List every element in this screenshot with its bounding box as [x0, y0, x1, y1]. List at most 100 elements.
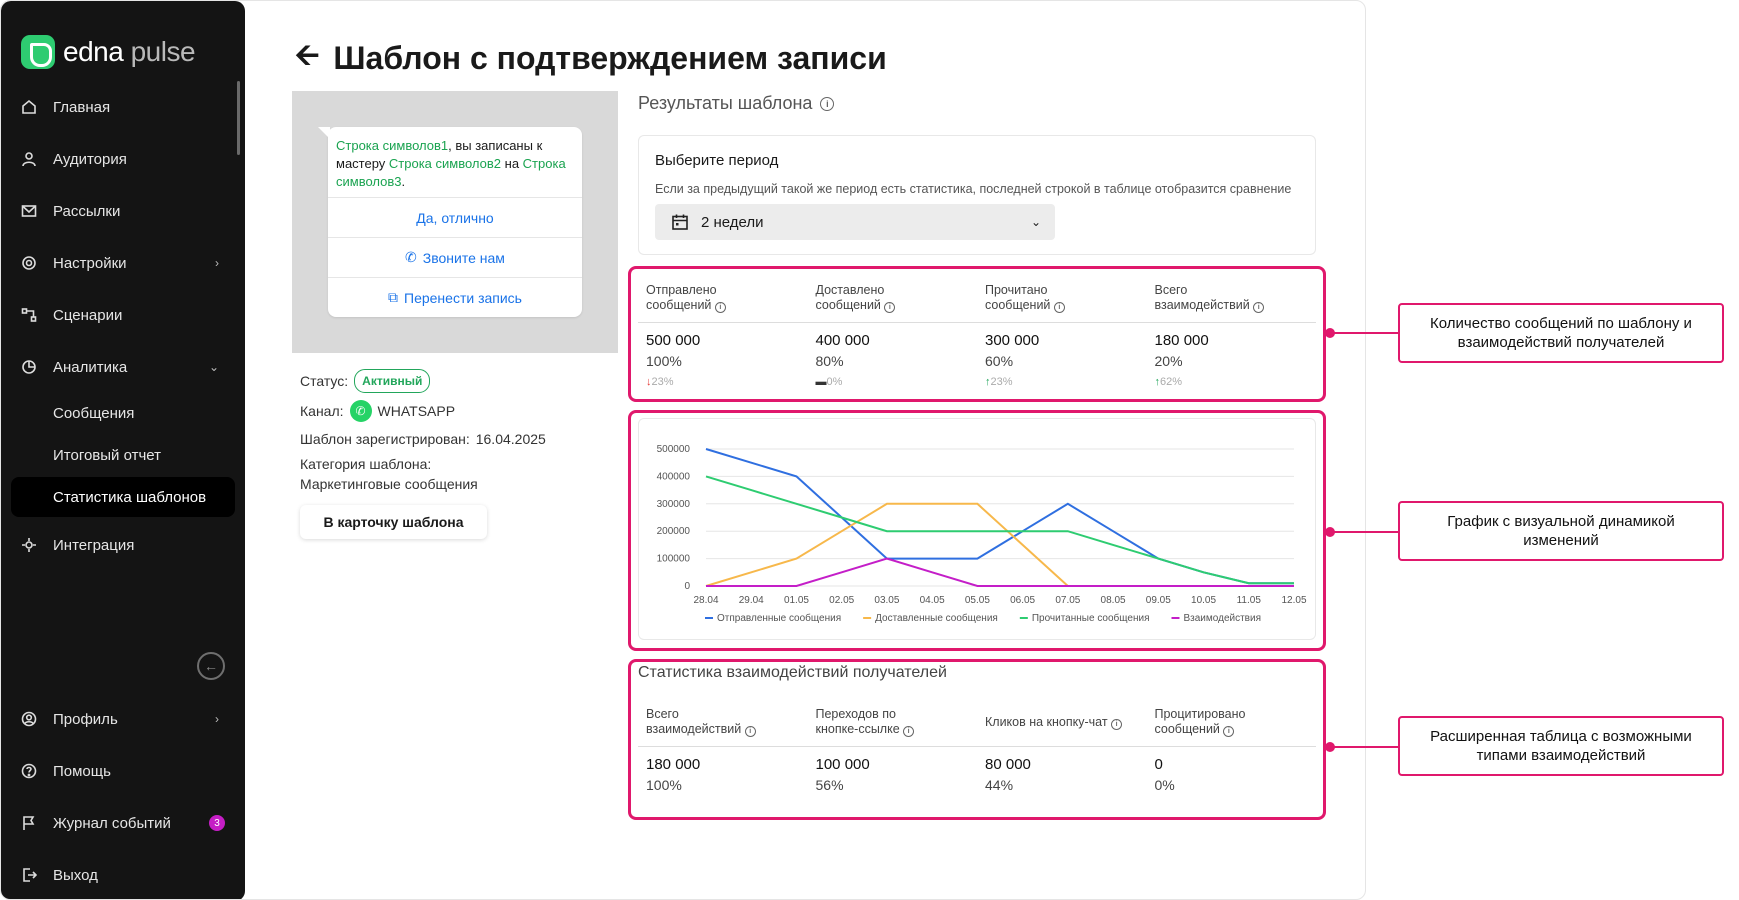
sidebar-item-label: Главная [53, 98, 111, 116]
sidebar-item-label: Интеграция [53, 536, 135, 554]
phone-icon: ✆ [405, 249, 417, 265]
registered-value: 16.04.2025 [475, 431, 546, 447]
external-link-icon: ⧉ [388, 289, 399, 305]
sidebar-item-label: Итоговый отчет [53, 446, 162, 464]
sidebar-item-logout[interactable]: Выход [11, 855, 235, 895]
quick-reply-button[interactable]: Да, отлично [328, 197, 582, 237]
highlight-interactions [628, 659, 1326, 820]
template-card-button[interactable]: В карточку шаблона [300, 505, 487, 539]
sidebar-item-label: Аналитика [53, 358, 128, 376]
callout-connector [1330, 746, 1398, 748]
highlight-metrics [628, 266, 1326, 402]
main-content: 🡨 Шаблон с подтверждением записи Строка … [245, 1, 1365, 899]
chevron-right-icon: › [215, 712, 219, 726]
callout-metrics: Количество сообщений по шаблону и взаимо… [1398, 303, 1724, 363]
text-part: на [501, 156, 523, 171]
sidebar-item-audience[interactable]: Аудитория [11, 139, 235, 179]
category-label: Категория шаблона: [300, 456, 432, 472]
sidebar-item-label: Журнал событий [53, 814, 171, 832]
sidebar-item-label: Профиль [53, 710, 118, 728]
notification-badge: 3 [209, 815, 225, 831]
page-title: 🡨 Шаблон с подтверждением записи [295, 33, 887, 84]
integration-icon [22, 538, 36, 552]
chevron-down-icon: ⌄ [1030, 215, 1041, 229]
callout-interactions: Расширенная таблица с возможными типами … [1398, 716, 1724, 776]
collapse-sidebar-button[interactable]: ← [197, 652, 225, 680]
callout-dot [1325, 527, 1335, 537]
category-value: Маркетинговые сообщения [300, 476, 478, 492]
status-badge: Активный [354, 369, 431, 393]
analytics-icon [22, 360, 36, 374]
callout-dot [1325, 328, 1335, 338]
link-button[interactable]: ⧉ Перенести запись [328, 277, 582, 317]
settings-icon [22, 256, 36, 270]
sidebar-item-label: Статистика шаблонов [53, 488, 207, 506]
mail-icon [21, 205, 37, 217]
variable-1: Строка символов1 [336, 138, 449, 153]
variable-2: Строка символов2 [388, 156, 502, 171]
sidebar-item-label: Рассылки [53, 202, 121, 220]
template-preview: Строка символов1, вы записаны к мастеру … [292, 91, 618, 353]
audience-icon [22, 152, 36, 167]
profile-icon [21, 711, 37, 727]
period-card: Выберите период Если за предыдущий такой… [638, 135, 1316, 255]
callout-connector [1330, 531, 1398, 533]
bubble-tail [318, 127, 330, 139]
sidebar-item-label: Выход [53, 866, 98, 884]
scenario-icon [21, 308, 37, 322]
logo-product: pulse [130, 36, 196, 67]
app-window: edna pulse Главная Аудитория Рассылки На… [0, 0, 1366, 900]
period-hint: Если за предыдущий такой же период есть … [655, 182, 1292, 196]
results-title-text: Результаты шаблона [638, 93, 813, 113]
button-label: Перенести запись [404, 289, 522, 306]
sidebar-item-profile[interactable]: Профиль › [11, 699, 235, 739]
callout-dot [1325, 742, 1335, 752]
whatsapp-icon: ✆ [349, 400, 372, 422]
channel-value: WHATSAPP [377, 403, 456, 419]
chevron-right-icon: › [215, 256, 219, 270]
button-label: Звоните нам [422, 249, 505, 266]
sidebar-item-scenarios[interactable]: Сценарии [11, 295, 235, 335]
period-select[interactable]: 2 недели ⌄ [655, 204, 1055, 240]
sidebar-item-help[interactable]: Помощь [11, 751, 235, 791]
sidebar-item-messages[interactable]: Сообщения [11, 393, 235, 433]
help-icon [21, 763, 37, 779]
page-title-text: Шаблон с подтверждением записи [333, 40, 887, 76]
sidebar-item-label: Сценарии [53, 306, 123, 324]
sidebar-item-analytics[interactable]: Аналитика ⌄ [11, 347, 235, 387]
text-part: . [401, 174, 406, 189]
button-label: Да, отлично [416, 209, 494, 226]
info-icon[interactable]: i [820, 96, 835, 111]
registered-label: Шаблон зарегистрирован: [300, 431, 470, 447]
channel-label: Канал: [300, 403, 344, 419]
call-button[interactable]: ✆ Звоните нам [328, 237, 582, 277]
sidebar-scrollbar[interactable] [237, 81, 240, 155]
logo[interactable]: edna pulse [21, 35, 196, 69]
callout-connector [1330, 332, 1398, 334]
logo-icon [21, 35, 55, 69]
sidebar-item-label: Сообщения [53, 404, 135, 422]
period-title: Выберите период [655, 152, 779, 169]
logo-brand: edna [63, 36, 124, 67]
sidebar-item-home[interactable]: Главная [11, 87, 235, 127]
sidebar-item-label: Настройки [53, 254, 127, 272]
sidebar-item-settings[interactable]: Настройки › [11, 243, 235, 283]
sidebar-item-label: Помощь [53, 762, 111, 780]
sidebar-item-integration[interactable]: Интеграция [11, 525, 235, 565]
sidebar-item-events-log[interactable]: Журнал событий 3 [11, 803, 235, 843]
logout-icon [23, 868, 37, 882]
sidebar: edna pulse Главная Аудитория Рассылки На… [1, 1, 245, 899]
sidebar-item-mailings[interactable]: Рассылки [11, 191, 235, 231]
callout-chart: График с визуальной динамикой изменений [1398, 501, 1724, 561]
flag-icon [23, 816, 35, 830]
back-arrow-icon[interactable]: 🡨 [295, 33, 319, 84]
highlight-chart [628, 410, 1326, 651]
calendar-icon [672, 214, 688, 230]
sidebar-item-label: Аудитория [53, 150, 127, 168]
sidebar-item-template-stats[interactable]: Статистика шаблонов [11, 477, 235, 517]
message-text: Строка символов1, вы записаны к мастеру … [328, 127, 582, 197]
home-icon [22, 99, 36, 114]
sidebar-item-summary-report[interactable]: Итоговый отчет [11, 435, 235, 475]
chevron-down-icon: ⌄ [208, 360, 219, 374]
status-label: Статус: [300, 373, 349, 389]
